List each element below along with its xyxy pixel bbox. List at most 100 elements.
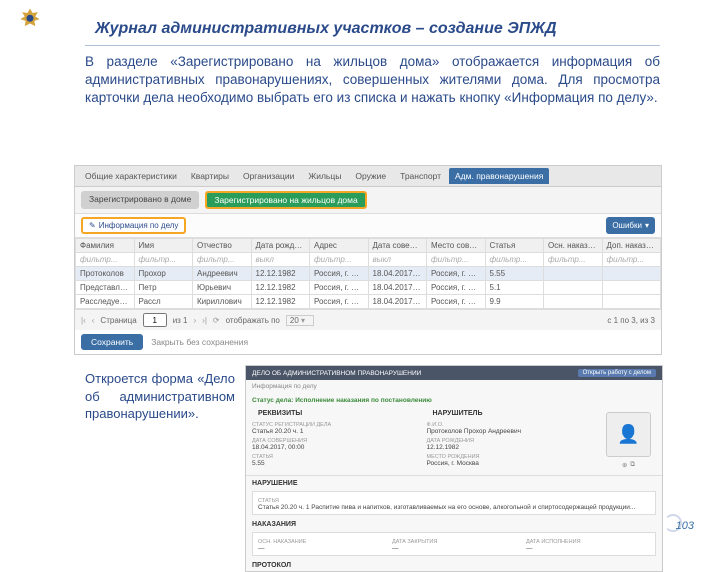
table-row[interactable]: ПротоколовПрохорАндреевич12.12.1982 Росси… xyxy=(76,267,661,281)
description-2: Откроется форма «Дело об административно… xyxy=(85,370,235,423)
tab-1[interactable]: Квартиры xyxy=(185,168,235,184)
col-header[interactable]: Осн. наказание xyxy=(544,239,603,253)
filter-cell[interactable]: фильтр... xyxy=(485,253,544,267)
field-value: 12.12.1982 xyxy=(427,444,594,451)
table-cell: 5.1 xyxy=(485,281,544,295)
cancel-button[interactable]: Закрыть без сохранения xyxy=(151,337,248,347)
avatar-placeholder: 👤 xyxy=(606,412,651,457)
filter-cell[interactable]: фильтр... xyxy=(310,253,369,267)
page-last-icon[interactable]: ›| xyxy=(202,316,207,325)
per-page-select[interactable]: 20 ▾ xyxy=(286,315,314,326)
page-of: из 1 xyxy=(173,316,188,325)
page-number: 103 xyxy=(664,514,694,532)
col-header[interactable]: Место соверш... xyxy=(427,239,486,253)
save-button[interactable]: Сохранить xyxy=(81,334,143,350)
punish-value: — xyxy=(258,545,382,552)
punish-value: — xyxy=(526,545,650,552)
table-cell: Россия, г. Мос... xyxy=(427,267,486,281)
filter-cell[interactable]: фильтр... xyxy=(193,253,252,267)
chevron-down-icon: ▾ xyxy=(645,221,649,230)
filter-cell[interactable]: фильтр... xyxy=(602,253,661,267)
table-cell: 12.12.1982 xyxy=(251,267,310,281)
tab-4[interactable]: Оружие xyxy=(349,168,392,184)
status-label: Статус дела: xyxy=(252,397,293,404)
info-button[interactable]: ✎ Информация по делу xyxy=(81,217,186,234)
table-cell: Расследуемый xyxy=(76,295,135,309)
subtab-1[interactable]: Зарегистрировано на жильцов дома xyxy=(205,191,366,209)
table-row[interactable]: Представляю...ПетрЮрьевич12.12.1982Росси… xyxy=(76,281,661,295)
status-value: Исполнение наказания по постановлению xyxy=(295,397,432,404)
table-cell: 5.55 xyxy=(485,267,544,281)
case-right-col: НАРУШИТЕЛЬ Ф.И.О.Протоколов Прохор Андре… xyxy=(427,408,594,469)
case-top-grid: РЕКВИЗИТЫ СТАТУС РЕГИСТРАЦИИ ДЕЛАСтатья … xyxy=(246,408,662,473)
table-cell: Прохор xyxy=(134,267,193,281)
subtab-0[interactable]: Зарегистрировано в доме xyxy=(81,191,199,209)
tab-5[interactable]: Транспорт xyxy=(394,168,447,184)
col-header[interactable]: Статья xyxy=(485,239,544,253)
page-prev-icon[interactable]: ‹ xyxy=(92,316,95,325)
case-left-col: РЕКВИЗИТЫ СТАТУС РЕГИСТРАЦИИ ДЕЛАСтатья … xyxy=(252,408,419,469)
case-header: ДЕЛО ОБ АДМИНИСТРАТИВНОМ ПРАВОНАРУШЕНИИ … xyxy=(246,366,662,380)
page-word: Страница xyxy=(100,316,136,325)
filter-cell[interactable]: фильтр... xyxy=(427,253,486,267)
filter-cell[interactable]: выкл xyxy=(368,253,427,267)
filter-cell[interactable]: фильтр... xyxy=(544,253,603,267)
col-header[interactable]: Дата рождения xyxy=(251,239,310,253)
field-value: 5.55 xyxy=(252,460,419,467)
table-cell xyxy=(544,295,603,309)
table-cell xyxy=(544,281,603,295)
violations-table: ФамилияИмяОтчествоДата рожденияАдресДата… xyxy=(75,238,661,309)
tab-0[interactable]: Общие характеристики xyxy=(79,168,183,184)
table-cell: Протоколов xyxy=(76,267,135,281)
table-cell: Андреевич xyxy=(193,267,252,281)
page-next-icon[interactable]: › xyxy=(194,316,197,325)
col-header[interactable]: Отчество xyxy=(193,239,252,253)
emblem-icon xyxy=(16,6,44,34)
tab-bar: Общие характеристикиКвартирыОрганизацииЖ… xyxy=(75,166,661,187)
violation-block: СТАТЬЯ Статья 20.20 ч. 1 Распитие пива и… xyxy=(252,491,656,515)
table-cell: Петр xyxy=(134,281,193,295)
toolbar: ✎ Информация по делу Ошибки ▾ xyxy=(75,214,661,238)
screenshot-journal: Общие характеристикиКвартирыОрганизацииЖ… xyxy=(74,165,662,355)
tab-3[interactable]: Жильцы xyxy=(302,168,347,184)
case-avatar-col: 👤 ⊕ ⧉ xyxy=(601,408,656,469)
open-case-button[interactable]: Открыть работу с делом xyxy=(578,369,656,377)
refresh-icon[interactable]: ⟳ xyxy=(213,316,220,325)
punishment-block: Осн. наказание—Дата закрытия—Дата исполн… xyxy=(252,532,656,556)
add-photo-icon[interactable]: ⊕ xyxy=(622,461,627,469)
tab-6[interactable]: Адм. правонарушения xyxy=(449,168,549,184)
table-cell: Россия, г. Мос... xyxy=(310,295,369,309)
field-value: Статья 20.20 ч. 1 xyxy=(252,428,419,435)
filter-cell[interactable]: фильтр... xyxy=(134,253,193,267)
col-header[interactable]: Доп. наказание xyxy=(602,239,661,253)
tab-2[interactable]: Организации xyxy=(237,168,300,184)
page-title: Журнал административных участков – созда… xyxy=(95,20,557,38)
table-cell xyxy=(602,267,661,281)
table-cell: 9.9 xyxy=(485,295,544,309)
footer-buttons: Сохранить Закрыть без сохранения xyxy=(75,330,661,354)
errors-button-label: Ошибки xyxy=(612,221,642,230)
section-requisites: РЕКВИЗИТЫ xyxy=(252,408,419,419)
case-status: Статус дела: Исполнение наказания по пос… xyxy=(246,393,662,408)
table-cell xyxy=(602,295,661,309)
col-header[interactable]: Дата соверш... xyxy=(368,239,427,253)
table-cell: Юрьевич xyxy=(193,281,252,295)
page-input[interactable] xyxy=(143,313,167,327)
page-first-icon[interactable]: |‹ xyxy=(81,316,86,325)
violation-value: Статья 20.20 ч. 1 Распитие пива и напитк… xyxy=(258,504,650,511)
view-photo-icon[interactable]: ⧉ xyxy=(630,461,635,469)
section-violation: НАРУШЕНИЕ xyxy=(246,478,662,489)
filter-cell[interactable]: выкл xyxy=(251,253,310,267)
errors-button[interactable]: Ошибки ▾ xyxy=(606,217,655,234)
pager: |‹ ‹ Страница из 1 › ›| ⟳ отображать по … xyxy=(75,309,661,330)
table-cell: Представляю... xyxy=(76,281,135,295)
table-row[interactable]: РасследуемыйРасслКириллович12.12.1982Рос… xyxy=(76,295,661,309)
col-header[interactable]: Имя xyxy=(134,239,193,253)
punish-value: — xyxy=(392,545,516,552)
col-header[interactable]: Адрес xyxy=(310,239,369,253)
table-cell: 12.12.1982 xyxy=(251,281,310,295)
filter-cell[interactable]: фильтр... xyxy=(76,253,135,267)
table-cell: 18.04.2017 00:... xyxy=(368,267,427,281)
section-violator: НАРУШИТЕЛЬ xyxy=(427,408,594,419)
col-header[interactable]: Фамилия xyxy=(76,239,135,253)
